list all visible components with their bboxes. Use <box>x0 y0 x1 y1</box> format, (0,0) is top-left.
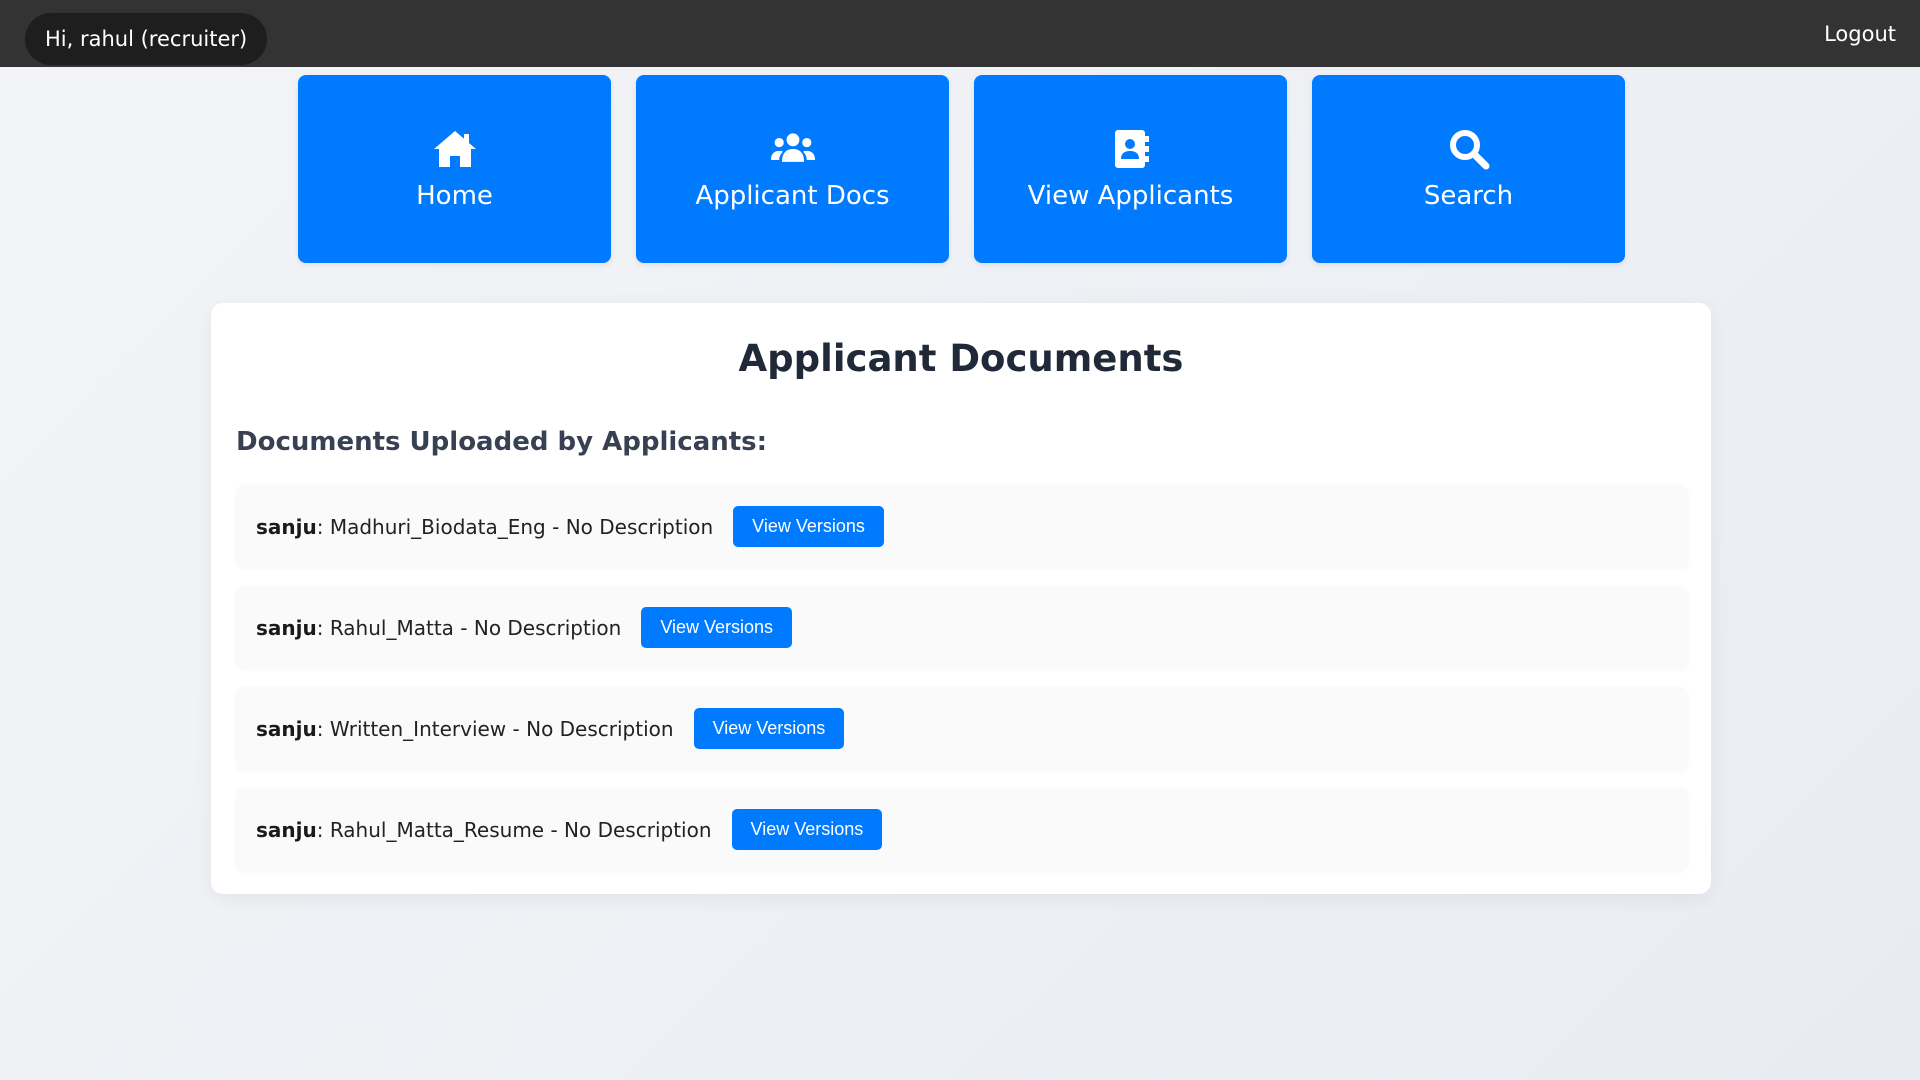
home-icon <box>432 126 478 172</box>
nav-applicant-docs-label: Applicant Docs <box>695 181 890 211</box>
document-name: Written_Interview <box>329 716 507 741</box>
document-owner: sanju <box>256 716 317 741</box>
logout-link[interactable]: Logout <box>1824 20 1896 48</box>
user-greeting: Hi, rahul (recruiter) <box>25 13 268 65</box>
document-info: sanju: Rahul_Matta - No Description <box>256 616 621 640</box>
owner-separator: : <box>316 615 330 640</box>
owner-separator: : <box>316 716 330 741</box>
view-versions-button[interactable]: View Versions <box>733 506 884 547</box>
list-item: sanju: Rahul_Matta - No Description View… <box>236 586 1688 669</box>
nav-search-label: Search <box>1423 181 1514 211</box>
document-info: sanju: Madhuri_Biodata_Eng - No Descript… <box>256 515 713 539</box>
document-list: sanju: Madhuri_Biodata_Eng - No Descript… <box>236 485 1688 889</box>
nav-view-applicants-label: View Applicants <box>1027 181 1234 211</box>
main-nav: Home Applicant Docs View Applicants Sear… <box>298 75 1625 263</box>
nav-home-label: Home <box>416 181 493 211</box>
document-description: - No Description <box>545 514 714 539</box>
document-owner: sanju <box>256 514 317 539</box>
owner-separator: : <box>316 817 330 842</box>
view-versions-button[interactable]: View Versions <box>693 708 845 749</box>
section-heading: Documents Uploaded by Applicants: <box>236 427 768 457</box>
view-versions-button[interactable]: View Versions <box>641 607 793 648</box>
document-info: sanju: Rahul_Matta_Resume - No Descripti… <box>256 818 712 842</box>
owner-separator: : <box>316 514 330 539</box>
document-name: Rahul_Matta <box>329 615 454 640</box>
list-item: sanju: Written_Interview - No Descriptio… <box>236 687 1688 770</box>
nav-applicant-docs-button[interactable]: Applicant Docs <box>636 75 949 263</box>
document-name: Rahul_Matta_Resume <box>329 817 545 842</box>
nav-view-applicants-button[interactable]: View Applicants <box>974 75 1287 263</box>
list-item: sanju: Rahul_Matta_Resume - No Descripti… <box>236 788 1688 871</box>
document-owner: sanju <box>256 817 317 842</box>
document-name: Madhuri_Biodata_Eng <box>329 514 546 539</box>
nav-search-button[interactable]: Search <box>1312 75 1625 263</box>
document-description: - No Description <box>544 817 712 842</box>
page-title: Applicant Documents <box>738 337 1184 380</box>
document-description: - No Description <box>506 716 674 741</box>
search-icon <box>1446 126 1492 172</box>
top-bar: Hi, rahul (recruiter) Logout <box>0 0 1920 67</box>
list-item: sanju: Madhuri_Biodata_Eng - No Descript… <box>236 485 1688 568</box>
documents-panel: Applicant Documents Documents Uploaded b… <box>211 303 1711 894</box>
users-icon <box>770 126 816 172</box>
view-versions-button[interactable]: View Versions <box>731 809 883 850</box>
document-info: sanju: Written_Interview - No Descriptio… <box>256 717 674 741</box>
address-book-icon <box>1108 126 1154 172</box>
document-description: - No Description <box>453 615 622 640</box>
document-owner: sanju <box>256 615 317 640</box>
nav-home-button[interactable]: Home <box>298 75 611 263</box>
